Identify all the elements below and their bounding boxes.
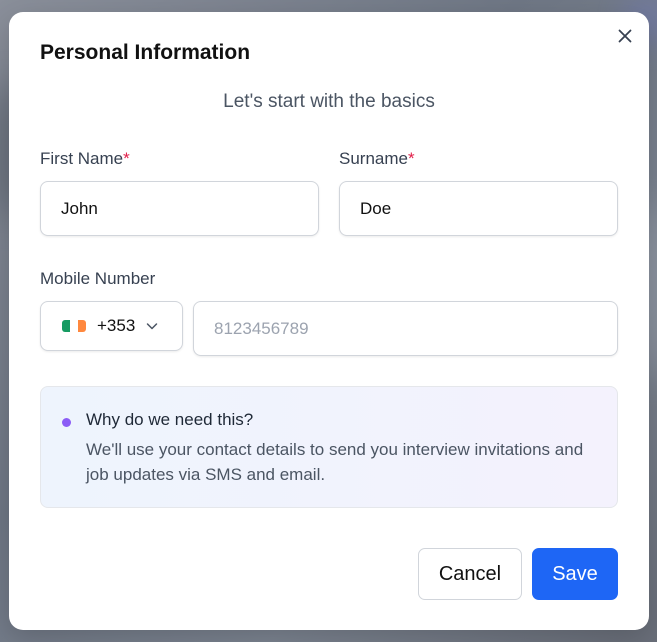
first-name-input[interactable] (40, 181, 319, 236)
close-button[interactable] (615, 26, 635, 46)
dialog-title: Personal Information (40, 41, 251, 64)
country-code-select[interactable]: +353 (40, 301, 183, 351)
info-body: We'll use your contact details to send y… (86, 440, 584, 484)
first-name-label: First Name* (40, 149, 130, 169)
info-callout: Why do we need this? We'll use your cont… (40, 386, 618, 508)
cancel-button[interactable]: Cancel (418, 548, 522, 600)
country-code-text: +353 (97, 316, 136, 335)
ireland-flag-icon (62, 320, 86, 332)
required-marker: * (123, 149, 130, 168)
surname-label: Surname* (339, 149, 415, 169)
personal-information-dialog: Personal Information Let's start with th… (9, 12, 649, 630)
chevron-down-icon (147, 323, 158, 330)
close-icon (618, 29, 632, 43)
info-title: Why do we need this? (86, 410, 254, 429)
mobile-number-label: Mobile Number (40, 269, 156, 288)
surname-input[interactable] (339, 181, 618, 236)
dialog-subtitle: Let's start with the basics (223, 91, 435, 112)
first-name-label-text: First Name (40, 149, 124, 168)
save-button[interactable]: Save (532, 548, 618, 600)
required-marker: * (407, 149, 415, 168)
bullet-dot-icon (62, 418, 71, 427)
surname-label-text: Surname (339, 149, 408, 168)
mobile-number-input[interactable] (193, 301, 618, 356)
